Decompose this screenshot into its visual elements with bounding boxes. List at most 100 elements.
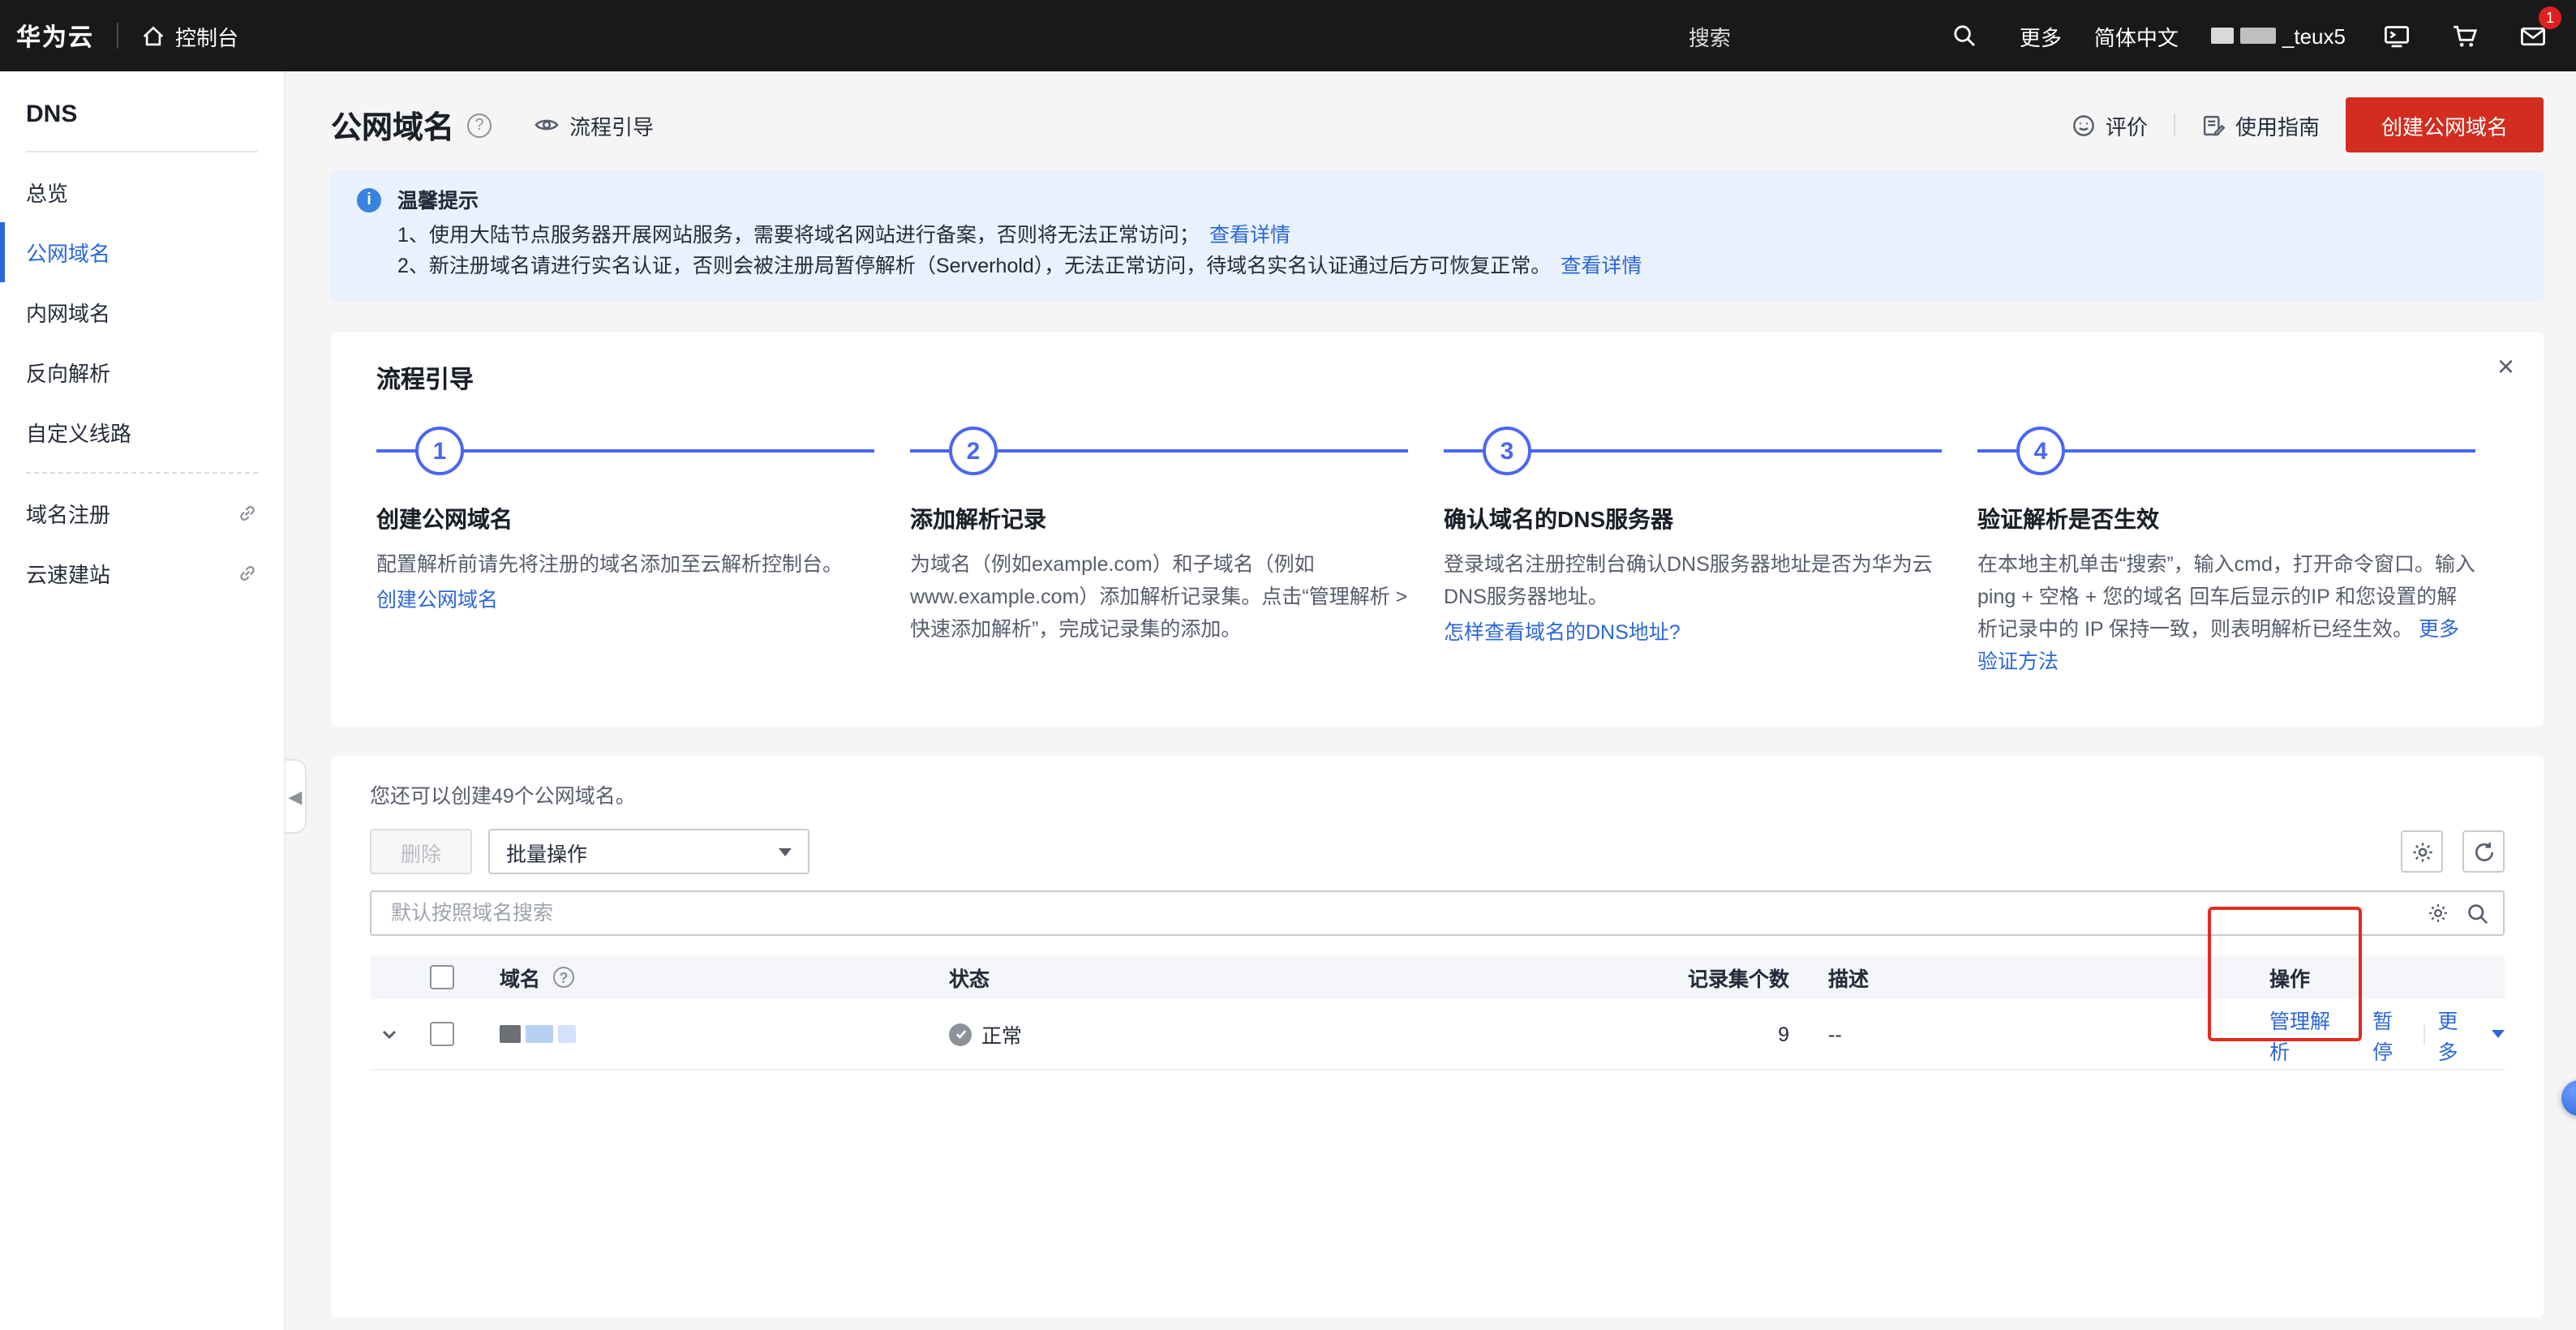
search-icon[interactable] bbox=[2466, 901, 2490, 925]
app-viewport: 华为云 控制台 搜索 更多 简体中文 _teux5 bbox=[0, 0, 2576, 1330]
process-guide-title: 流程引导 bbox=[376, 362, 2498, 396]
cloud-shell-button[interactable] bbox=[2378, 18, 2414, 54]
notice-detail-link-1[interactable]: 查看详情 bbox=[1209, 224, 1290, 247]
page-header-actions: 评价 使用指南 创建公网域名 bbox=[2072, 97, 2544, 152]
messages-button[interactable]: 1 bbox=[2514, 18, 2550, 54]
zone-search-bar bbox=[370, 890, 2505, 936]
search-input[interactable] bbox=[391, 902, 2411, 925]
delete-button[interactable]: 删除 bbox=[370, 829, 472, 874]
column-header-operation: 操作 bbox=[2211, 962, 2505, 993]
topbar: 华为云 控制台 搜索 更多 简体中文 _teux5 bbox=[0, 0, 2576, 71]
eye-icon bbox=[534, 112, 560, 138]
create-public-zone-button[interactable]: 创建公网域名 bbox=[2346, 97, 2544, 152]
create-zone-step-link[interactable]: 创建公网域名 bbox=[376, 584, 874, 616]
column-settings-button[interactable] bbox=[2401, 830, 2443, 873]
feedback-link[interactable]: 评价 bbox=[2072, 109, 2148, 140]
op-separator bbox=[2358, 1024, 2359, 1044]
sidebar-item-ptr[interactable]: 反向解析 bbox=[0, 342, 284, 402]
notice-title: 温馨提示 bbox=[397, 187, 1642, 217]
process-guide-toggle[interactable]: 流程引导 bbox=[534, 109, 654, 140]
dns-address-help-link[interactable]: 怎样查看域名的DNS地址? bbox=[1444, 616, 1942, 649]
cart-icon bbox=[2450, 22, 2478, 49]
notice-line-1: 1、使用大陆节点服务器开展网站服务，需要将域名网站进行备案，否则将无法正常访问；… bbox=[397, 221, 1642, 251]
step-number: 1 bbox=[415, 427, 464, 475]
cart-button[interactable] bbox=[2446, 18, 2482, 54]
manage-resolution-link[interactable]: 管理解析 bbox=[2269, 1003, 2345, 1065]
sidebar: DNS 总览 公网域名 内网域名 反向解析 自定义线路 域名注册 云速建站 bbox=[0, 71, 286, 1330]
domain-name-redacted[interactable] bbox=[500, 1025, 576, 1043]
more-actions-link[interactable]: 更多 bbox=[2437, 1003, 2475, 1065]
guide-step-2: 2 添加解析记录 为域名（例如example.com）和子域名（例如www.ex… bbox=[910, 425, 1431, 678]
link-icon bbox=[237, 503, 258, 524]
table-controls: 删除 批量操作 bbox=[370, 829, 2505, 874]
sidebar-item-private-zones[interactable]: 内网域名 bbox=[0, 282, 284, 342]
close-icon[interactable]: × bbox=[2497, 352, 2514, 381]
sidebar-item-public-zones[interactable]: 公网域名 bbox=[0, 222, 284, 282]
table-row: 正常 9 -- 管理解析 暂停 更多 bbox=[370, 999, 2505, 1070]
notice-line-2: 2、新注册域名请进行实名认证，否则会被注册局暂停解析（Serverhold），无… bbox=[397, 251, 1642, 282]
search-label: 搜索 bbox=[1689, 20, 1731, 51]
sidebar-item-custom-lines[interactable]: 自定义线路 bbox=[0, 402, 284, 462]
page-title: 公网域名 bbox=[331, 103, 454, 147]
chevron-down-icon bbox=[779, 847, 792, 856]
doc-edit-icon bbox=[2201, 113, 2226, 137]
account-menu[interactable]: _teux5 bbox=[2211, 24, 2346, 48]
info-icon: i bbox=[357, 188, 381, 212]
quota-text: 您还可以创建49个公网域名。 bbox=[370, 779, 2505, 809]
console-label: 控制台 bbox=[175, 20, 238, 51]
huaweicloud-logo[interactable]: 华为云 bbox=[16, 19, 94, 53]
page-header: 公网域名 ? 流程引导 评价 bbox=[331, 97, 2544, 152]
topbar-divider bbox=[117, 23, 118, 49]
app-shell: DNS 总览 公网域名 内网域名 反向解析 自定义线路 域名注册 云速建站 bbox=[0, 71, 2576, 1330]
search-icon[interactable] bbox=[1951, 23, 1977, 49]
topbar-search[interactable]: 搜索 bbox=[1689, 20, 1977, 51]
link-icon bbox=[237, 563, 258, 584]
column-header-status: 状态 bbox=[949, 962, 1371, 993]
main-content: 公网域名 ? 流程引导 评价 bbox=[286, 71, 2544, 1330]
more-menu[interactable]: 更多 bbox=[2020, 20, 2062, 51]
record-count: 9 bbox=[1371, 1023, 1796, 1045]
right-gutter bbox=[2544, 71, 2576, 1330]
notice-body: 温馨提示 1、使用大陆节点服务器开展网站服务，需要将域名网站进行备案，否则将无法… bbox=[397, 187, 1642, 282]
notification-badge: 1 bbox=[2539, 6, 2561, 29]
sidebar-item-overview[interactable]: 总览 bbox=[0, 162, 284, 222]
chevron-down-icon[interactable] bbox=[380, 1024, 399, 1044]
row-checkbox[interactable] bbox=[429, 1022, 453, 1046]
notice-detail-link-2[interactable]: 查看详情 bbox=[1561, 255, 1642, 277]
sidebar-dashed-divider bbox=[26, 472, 258, 474]
batch-operation-dropdown[interactable]: 批量操作 bbox=[488, 829, 809, 874]
sidebar-title: DNS bbox=[0, 101, 284, 128]
step-number: 2 bbox=[949, 427, 998, 475]
notice-banner: i 温馨提示 1、使用大陆节点服务器开展网站服务，需要将域名网站进行备案，否则将… bbox=[331, 170, 2544, 302]
pause-link[interactable]: 暂停 bbox=[2372, 1003, 2411, 1065]
question-icon[interactable]: ? bbox=[467, 113, 492, 137]
smiley-icon bbox=[2072, 113, 2096, 137]
refresh-button[interactable] bbox=[2462, 830, 2505, 873]
guide-step-4: 4 验证解析是否生效 在本地主机单击“搜索”，输入cmd，打开命令窗口。输入pi… bbox=[1977, 425, 2498, 678]
screenshot-stage: 华为云 控制台 搜索 更多 简体中文 _teux5 bbox=[0, 0, 2576, 1330]
check-circle-icon bbox=[949, 1023, 972, 1045]
user-guide-link[interactable]: 使用指南 bbox=[2201, 109, 2320, 140]
topbar-right: 搜索 更多 简体中文 _teux5 bbox=[1689, 18, 2550, 54]
sidebar-item-domain-registration[interactable]: 域名注册 bbox=[0, 483, 284, 543]
sidebar-item-cloud-site[interactable]: 云速建站 bbox=[0, 543, 284, 603]
row-operations: 管理解析 暂停 更多 bbox=[2269, 1003, 2505, 1065]
gear-icon bbox=[2410, 839, 2434, 864]
header-separator bbox=[2174, 114, 2175, 136]
process-guide-card: 流程引导 × 1 创建公网域名 配置解析前请先将注册的域名添加至云解析控制台。 … bbox=[331, 332, 2544, 727]
select-all-checkbox[interactable] bbox=[429, 965, 453, 989]
console-home-link[interactable]: 控制台 bbox=[141, 20, 238, 51]
column-header-records: 记录集个数 bbox=[1371, 962, 1796, 993]
zone-table-card: 您还可以创建49个公网域名。 删除 批量操作 bbox=[331, 756, 2544, 1317]
row-description: -- bbox=[1796, 1023, 2211, 1045]
zone-table: 域名 ? 状态 记录集个数 描述 操作 bbox=[370, 955, 2505, 1070]
language-switcher[interactable]: 简体中文 bbox=[2094, 20, 2179, 51]
search-settings-icon[interactable] bbox=[2427, 902, 2449, 925]
sidebar-collapse-handle[interactable]: ◀ bbox=[286, 759, 307, 834]
column-header-domain: 域名 bbox=[500, 962, 540, 993]
guide-step-1: 1 创建公网域名 配置解析前请先将注册的域名添加至云解析控制台。 创建公网域名 bbox=[376, 425, 897, 678]
question-icon[interactable]: ? bbox=[553, 967, 574, 988]
guide-steps: 1 创建公网域名 配置解析前请先将注册的域名添加至云解析控制台。 创建公网域名 … bbox=[376, 425, 2498, 678]
step-number: 4 bbox=[2016, 427, 2065, 475]
account-redacted-block bbox=[2240, 28, 2276, 44]
